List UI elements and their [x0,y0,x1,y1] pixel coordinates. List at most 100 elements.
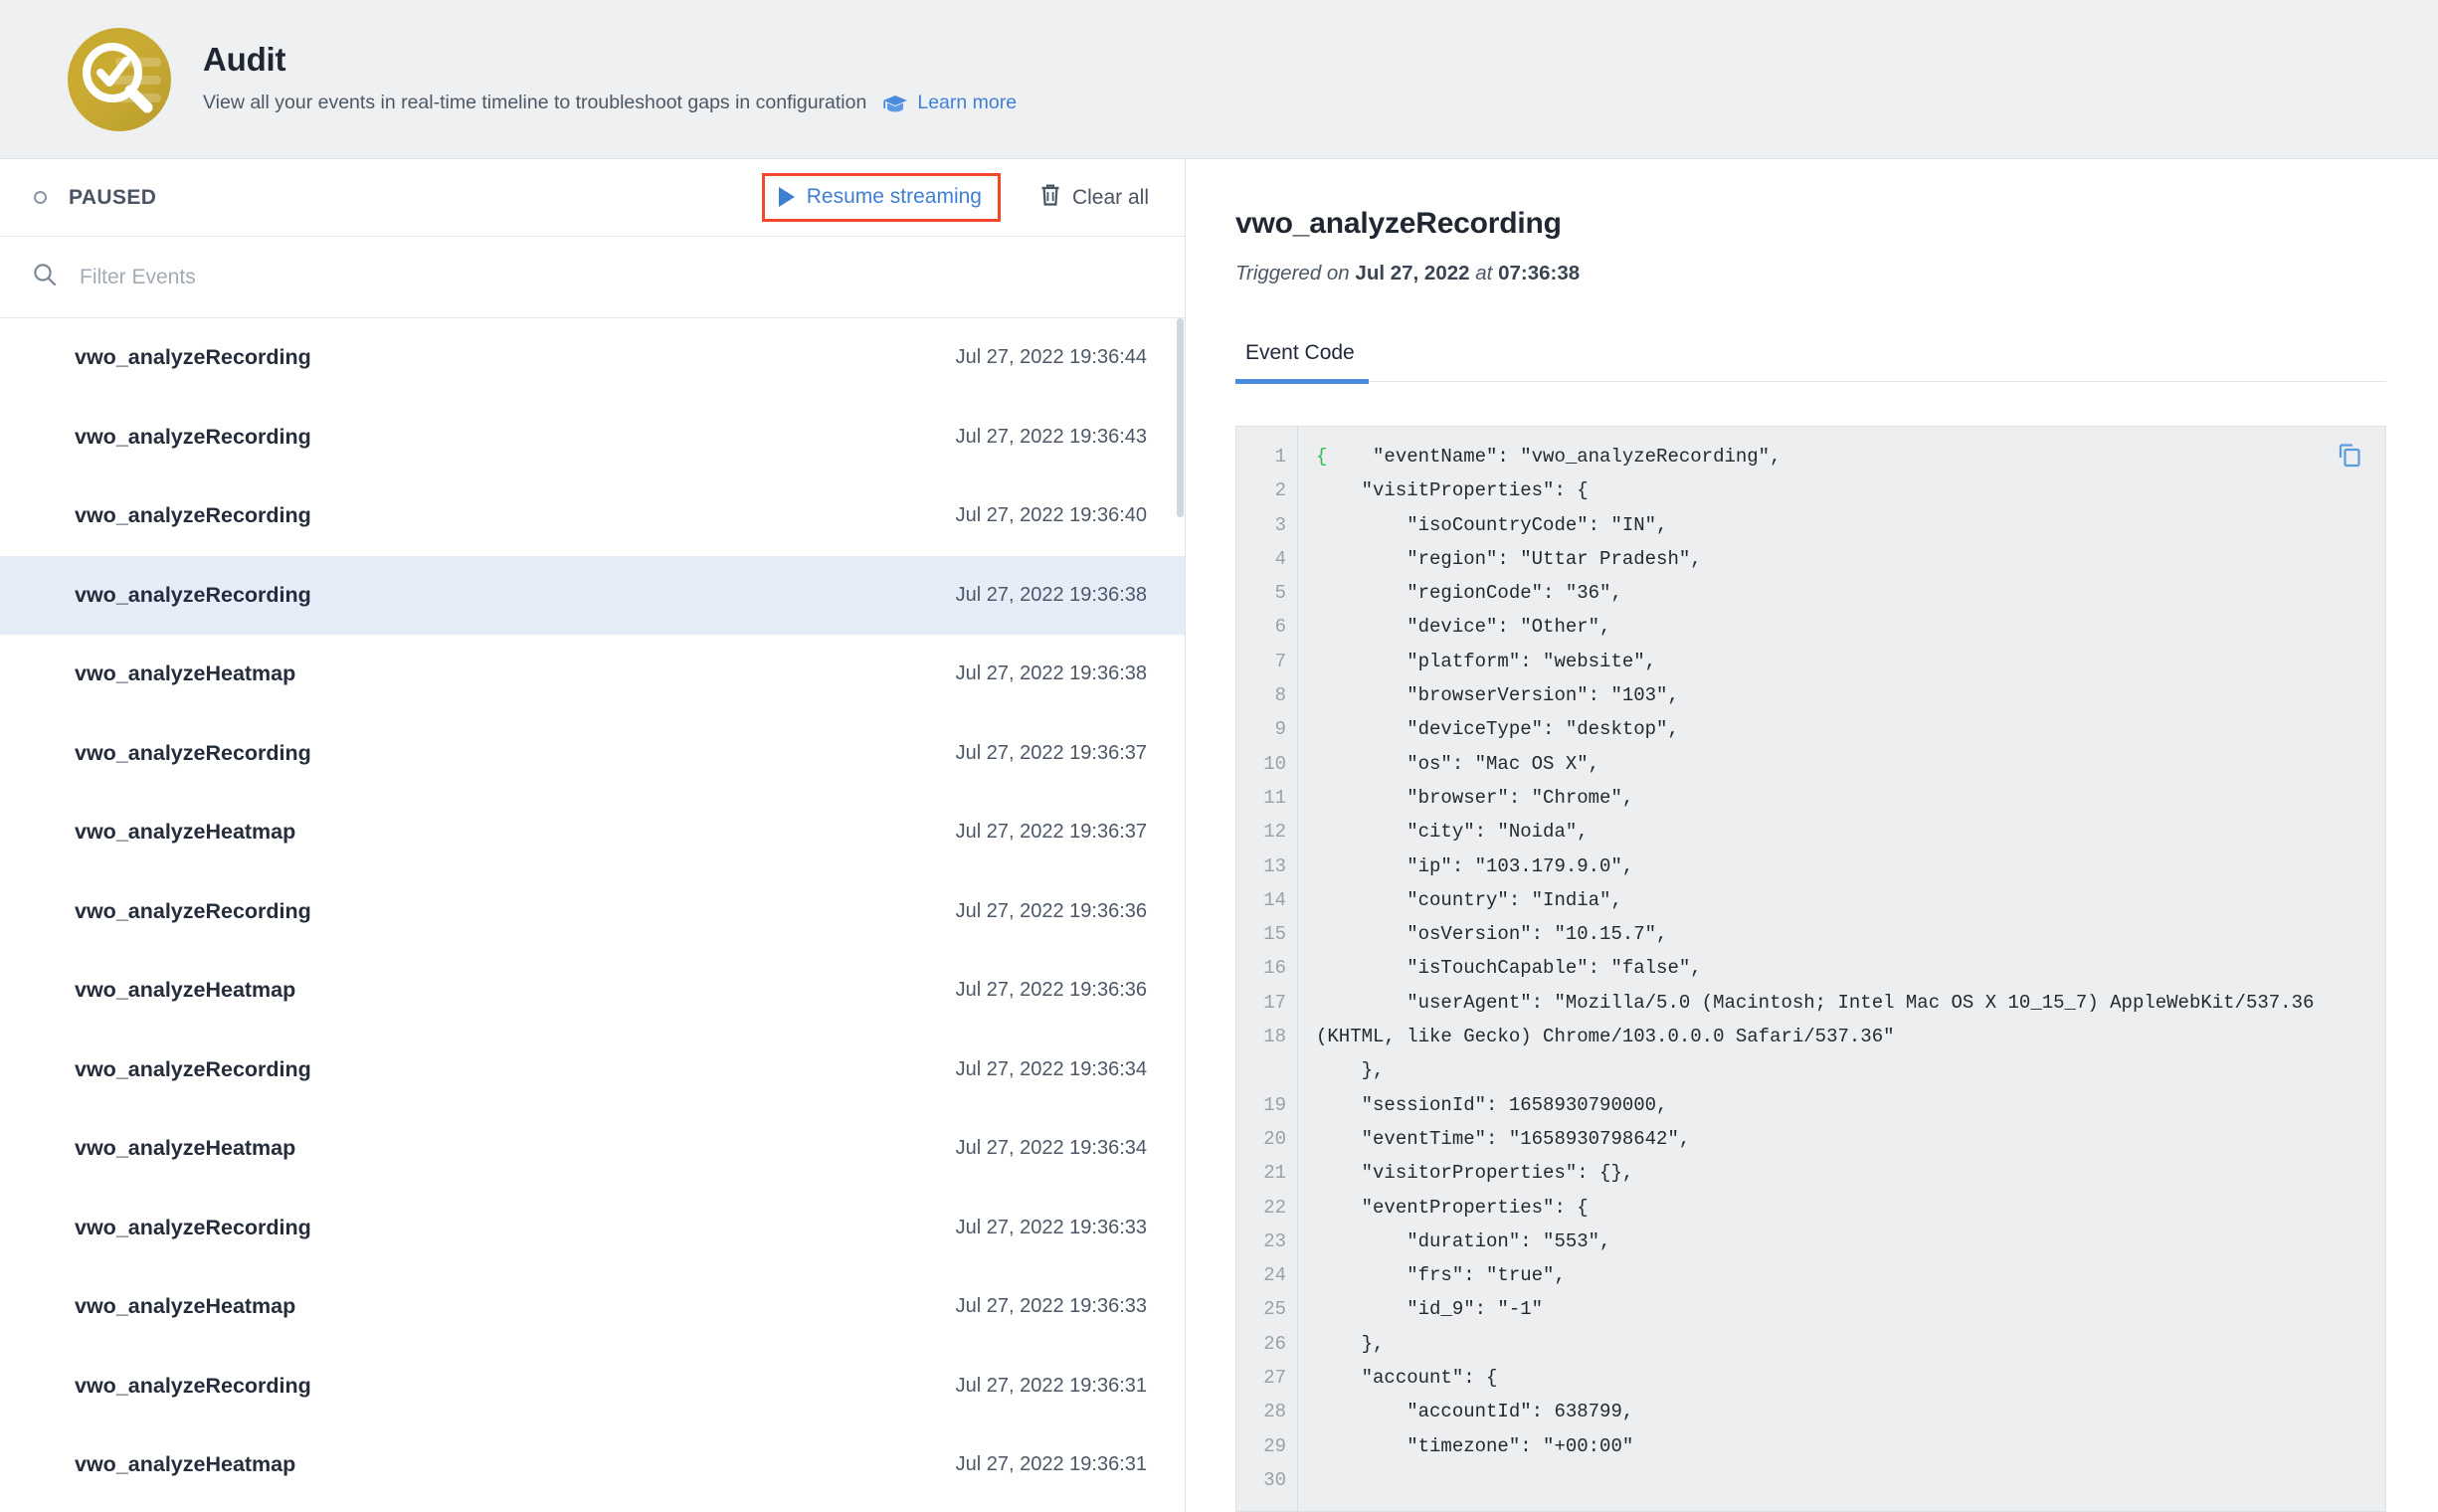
code-line-number: 10 [1263,752,1286,775]
event-row-name: vwo_analyzeRecording [75,424,311,449]
code-line-number: 26 [1263,1332,1286,1355]
event-row[interactable]: vwo_analyzeRecording Jul 27, 2022 19:36:3… [0,1031,1185,1110]
event-code-block: 1 2 3 4 5 6 7 8 9 10 11 12 13 14 15 16 17 18 19 20 21 22 23 24 2… [1235,426,2386,1512]
code-line-number: 21 [1263,1162,1286,1185]
code-line-number: 16 [1263,957,1286,980]
event-row[interactable]: vwo_analyzeRecording Jul 27, 2022 19:36:3… [0,714,1185,794]
resume-streaming-button[interactable]: Resume streaming [761,173,1001,222]
learn-more-link[interactable]: Learn more [882,92,1017,114]
body-split: PAUSED Resume streaming Clear all Filter… [0,159,2438,1512]
header-text: Audit View all your events in real-time … [203,40,1017,119]
event-row-time: Jul 27, 2022 19:36:43 [955,425,1147,448]
code-open-brace: { [1316,446,1328,468]
event-row-name: vwo_analyzeRecording [75,345,311,370]
code-line-number: 27 [1263,1367,1286,1390]
learn-more-label: Learn more [917,92,1018,114]
event-detail-triggered: Triggered on Jul 27, 2022 at 07:36:38 [1235,262,2386,285]
event-row[interactable]: vwo_analyzeHeatmap Jul 27, 2022 19:36:37 [0,793,1185,872]
search-icon [32,262,58,292]
event-row-time: Jul 27, 2022 19:36:34 [955,1137,1147,1160]
page-subtitle: View all your events in real-time timeli… [203,92,867,114]
event-row-name: vwo_analyzeRecording [75,1215,311,1239]
code-line-number: 25 [1263,1298,1286,1321]
event-row[interactable]: vwo_analyzeHeatmap Jul 27, 2022 19:36:33 [0,1267,1185,1347]
stream-status-label: PAUSED [69,185,157,209]
code-line-number: 30 [1263,1468,1286,1491]
code-line-number: 15 [1263,923,1286,946]
code-line-number: 6 [1274,616,1286,639]
code-line-number: 4 [1274,547,1286,570]
event-list[interactable]: vwo_analyzeRecording Jul 27, 2022 19:36:4… [0,318,1185,1512]
event-row-name: vwo_analyzeRecording [75,1056,311,1081]
play-icon [778,187,795,207]
event-row[interactable]: vwo_analyzeHeatmap Jul 27, 2022 19:36:38 [0,635,1185,714]
page-header: Audit View all your events in real-time … [0,0,2438,159]
code-content: { "eventName": "vwo_analyzeRecording", "… [1298,427,2385,1511]
code-line-number: 14 [1263,888,1286,911]
code-line-number: 20 [1263,1127,1286,1150]
event-row[interactable]: vwo_analyzeRecording Jul 27, 2022 19:36:4… [0,398,1185,477]
event-row[interactable]: vwo_analyzeHeatmap Jul 27, 2022 19:36:36 [0,951,1185,1031]
resume-streaming-label: Resume streaming [806,185,982,208]
code-line-number: 7 [1274,650,1286,672]
event-row-name: vwo_analyzeRecording [75,898,311,923]
code-body: "eventName": "vwo_analyzeRecording", "vi… [1316,446,2315,1457]
tab-event-code[interactable]: Event Code [1235,341,1369,384]
code-line-number: 18 [1263,1026,1286,1048]
event-detail-panel: vwo_analyzeRecording Triggered on Jul 27… [1186,159,2438,1512]
code-line-number: 19 [1263,1093,1286,1116]
event-row-time: Jul 27, 2022 19:36:36 [955,899,1147,922]
clear-all-label: Clear all [1071,185,1149,209]
event-row[interactable]: vwo_analyzeRecording Jul 27, 2022 19:36:3… [0,872,1185,952]
triggered-at-word: at [1475,262,1493,284]
event-list-scrollbar[interactable] [1177,318,1184,1512]
event-detail-tabs: Event Code [1235,341,2386,384]
event-row-time: Jul 27, 2022 19:36:38 [955,583,1147,606]
event-row-name: vwo_analyzeRecording [75,1373,311,1398]
clear-all-button[interactable]: Clear all [1040,183,1149,212]
event-row[interactable]: vwo_analyzeRecording Jul 27, 2022 19:36:4… [0,476,1185,556]
search-input[interactable] [80,265,776,289]
event-row-time: Jul 27, 2022 19:36:33 [955,1295,1147,1318]
audit-magnifier-check-icon [68,27,171,131]
event-row[interactable]: vwo_analyzeRecording Jul 27, 2022 19:36:4… [0,318,1185,398]
code-line-number: 28 [1263,1401,1286,1423]
stream-actions: Resume streaming Clear all [761,173,1149,222]
code-line-number: 3 [1274,513,1286,536]
stream-status: PAUSED [34,186,156,210]
code-line-number: 23 [1263,1229,1286,1252]
event-row-time: Jul 27, 2022 19:36:37 [955,821,1147,844]
scrollbar-thumb[interactable] [1177,318,1184,517]
event-detail-title: vwo_analyzeRecording [1235,207,1562,240]
event-row[interactable]: vwo_analyzeHeatmap Jul 27, 2022 19:36:31 [0,1425,1185,1505]
event-row-name: vwo_analyzeHeatmap [75,1136,296,1161]
triggered-date: Jul 27, 2022 [1355,262,1470,284]
code-line-number: 11 [1263,786,1286,809]
event-row[interactable]: vwo_analyzeRecording Jul 27, 2022 19:36:3… [0,1189,1185,1268]
event-row-time: Jul 27, 2022 19:36:44 [955,346,1147,369]
page-title: Audit [203,40,286,78]
event-row[interactable]: vwo_analyzeRecording Jul 27, 2022 19:36:3… [0,1347,1185,1426]
triggered-time: 07:36:38 [1498,262,1581,284]
filter-row [0,237,1185,318]
event-row-time: Jul 27, 2022 19:36:38 [955,662,1147,685]
code-line-number: 5 [1274,582,1286,605]
code-text: { "eventName": "vwo_analyzeRecording", "… [1316,440,2385,1463]
event-row[interactable]: vwo_analyzeHeatmap Jul 27, 2022 19:36:34 [0,1109,1185,1189]
event-row-name: vwo_analyzeHeatmap [75,1452,296,1477]
graduation-cap-icon [882,94,908,113]
code-line-number: 22 [1263,1196,1286,1219]
event-row-time: Jul 27, 2022 19:36:31 [955,1453,1147,1476]
page-subtitle-row: View all your events in real-time timeli… [203,92,1017,114]
code-line-number: 2 [1274,479,1286,502]
event-row-time: Jul 27, 2022 19:36:34 [955,1057,1147,1080]
event-row-name: vwo_analyzeHeatmap [75,1294,296,1319]
event-row-name: vwo_analyzeHeatmap [75,978,296,1003]
event-row-time: Jul 27, 2022 19:36:40 [955,504,1147,527]
copy-icon[interactable] [2338,443,2363,473]
event-row-time: Jul 27, 2022 19:36:37 [955,741,1147,764]
events-panel: PAUSED Resume streaming Clear all Filter… [0,159,1186,1512]
event-row[interactable]: vwo_analyzeRecording Jul 27, 2022 19:36:3… [0,555,1185,635]
trash-icon [1040,183,1060,212]
triggered-prefix: Triggered on [1235,262,1350,284]
